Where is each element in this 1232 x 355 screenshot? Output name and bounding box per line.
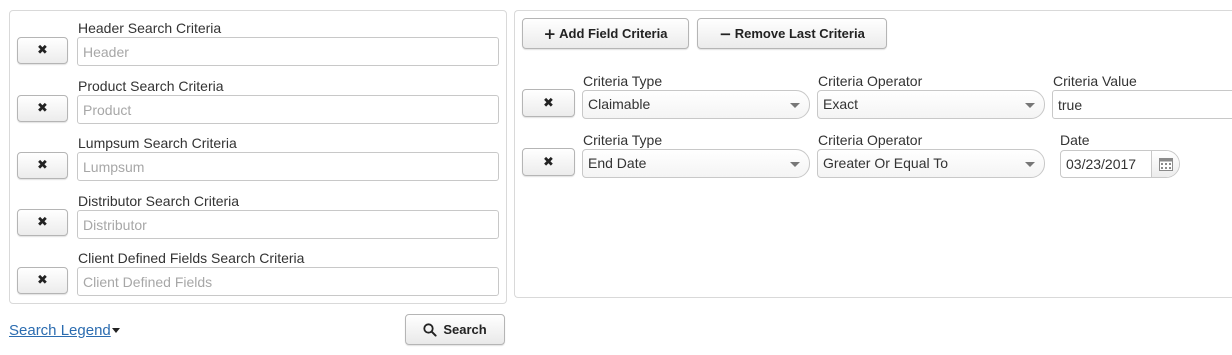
client-defined-criteria-input[interactable] — [77, 267, 499, 296]
close-icon: ✖ — [543, 154, 554, 170]
close-icon: ✖ — [37, 158, 48, 173]
chevron-down-icon — [790, 162, 800, 167]
remove-criteria-row-button[interactable]: ✖ — [522, 148, 575, 176]
header-criteria-input[interactable] — [77, 37, 499, 66]
criteria-type-label: Criteria Type — [583, 132, 663, 148]
chevron-down-icon — [1025, 162, 1035, 167]
remove-product-criteria-button[interactable]: ✖ — [17, 95, 68, 122]
criteria-type-value: Claimable — [588, 96, 651, 112]
caret-down-icon[interactable] — [112, 328, 120, 333]
header-criteria-label: Header Search Criteria — [78, 20, 222, 36]
search-button[interactable]: Search — [405, 314, 505, 345]
distributor-criteria-input[interactable] — [77, 210, 499, 239]
remove-last-criteria-label: Remove Last Criteria — [734, 26, 865, 41]
search-legend-link[interactable]: Search Legend — [9, 322, 111, 339]
criteria-value-input[interactable] — [1052, 90, 1232, 119]
remove-last-criteria-button[interactable]: − Remove Last Criteria — [697, 18, 887, 49]
client-defined-criteria-label: Client Defined Fields Search Criteria — [78, 250, 305, 266]
criteria-operator-select[interactable]: Exact — [817, 90, 1045, 119]
plus-icon: + — [543, 24, 557, 43]
add-field-criteria-label: Add Field Criteria — [559, 26, 668, 41]
criteria-type-label: Criteria Type — [583, 73, 663, 89]
criteria-operator-value: Exact — [823, 96, 859, 112]
criteria-type-value: End Date — [588, 155, 647, 171]
remove-distributor-criteria-button[interactable]: ✖ — [17, 209, 68, 236]
lumpsum-criteria-input[interactable] — [77, 152, 499, 181]
remove-criteria-row-button[interactable]: ✖ — [522, 89, 575, 117]
close-icon: ✖ — [37, 43, 48, 58]
close-icon: ✖ — [37, 215, 48, 230]
remove-lumpsum-criteria-button[interactable]: ✖ — [17, 152, 68, 179]
magnifier-icon — [423, 322, 437, 337]
date-label: Date — [1060, 132, 1090, 148]
remove-client-defined-criteria-button[interactable]: ✖ — [17, 267, 68, 294]
remove-header-criteria-button[interactable]: ✖ — [17, 37, 68, 64]
criteria-operator-select[interactable]: Greater Or Equal To — [817, 149, 1045, 178]
close-icon: ✖ — [37, 273, 48, 288]
criteria-operator-label: Criteria Operator — [818, 73, 923, 89]
criteria-type-select[interactable]: Claimable — [582, 90, 810, 119]
close-icon: ✖ — [543, 95, 554, 111]
product-criteria-label: Product Search Criteria — [78, 78, 224, 94]
criteria-value-label: Criteria Value — [1053, 73, 1137, 89]
criteria-type-select[interactable]: End Date — [582, 149, 810, 178]
date-picker — [1060, 150, 1180, 178]
lumpsum-criteria-label: Lumpsum Search Criteria — [78, 135, 237, 151]
close-icon: ✖ — [37, 101, 48, 116]
product-criteria-input[interactable] — [77, 95, 499, 124]
minus-icon: − — [719, 24, 732, 43]
chevron-down-icon — [790, 103, 800, 108]
criteria-operator-label: Criteria Operator — [818, 132, 923, 148]
calendar-icon — [1158, 157, 1173, 171]
date-input[interactable] — [1061, 151, 1151, 177]
add-field-criteria-button[interactable]: + Add Field Criteria — [522, 18, 689, 49]
chevron-down-icon — [1025, 103, 1035, 108]
calendar-button[interactable] — [1151, 151, 1179, 177]
distributor-criteria-label: Distributor Search Criteria — [78, 193, 240, 209]
search-button-label: Search — [443, 322, 487, 337]
criteria-operator-value: Greater Or Equal To — [823, 155, 949, 171]
